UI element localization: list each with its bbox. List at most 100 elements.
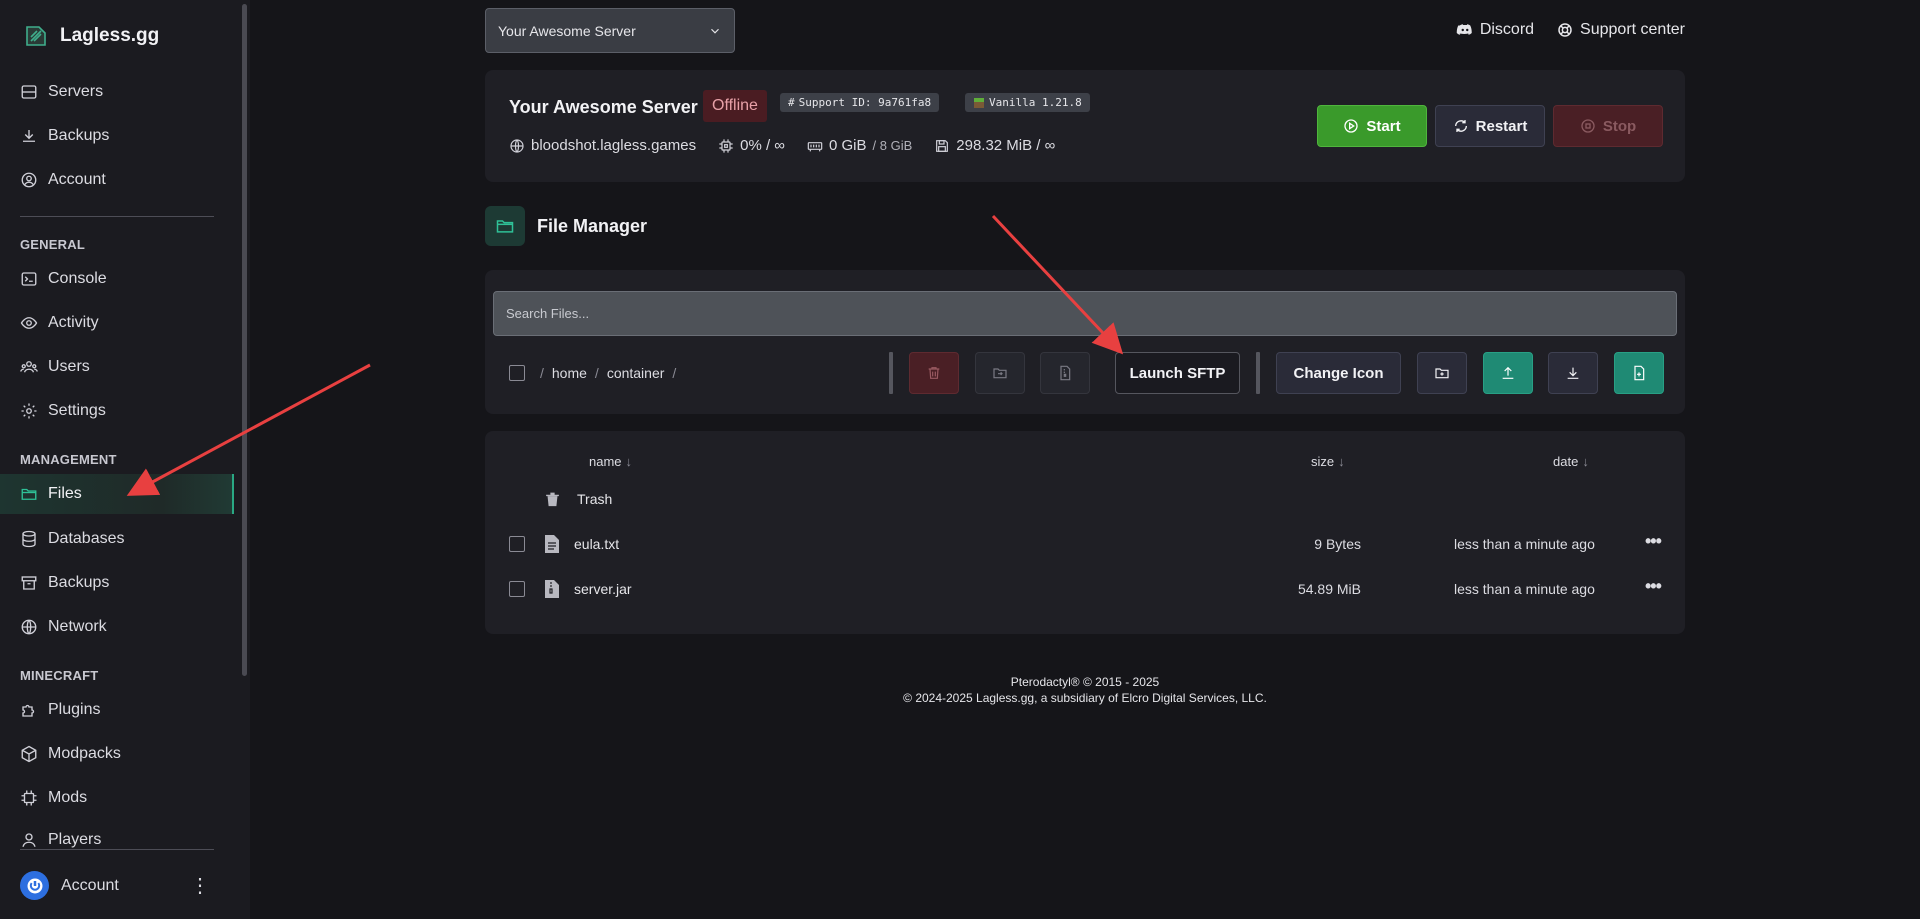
- breadcrumb-home[interactable]: home: [552, 365, 587, 381]
- archive-button[interactable]: [1040, 352, 1090, 394]
- change-icon-button[interactable]: Change Icon: [1276, 352, 1401, 394]
- sidebar-item-label: Backups: [48, 574, 110, 591]
- more-options-icon[interactable]: •••: [1645, 531, 1662, 552]
- support-center-link[interactable]: Support center: [1556, 21, 1685, 39]
- sidebar-item-files[interactable]: Files: [0, 474, 234, 514]
- restart-button[interactable]: Restart: [1435, 105, 1545, 147]
- memory-used-text: 0 GiB: [829, 137, 867, 154]
- file-size: 9 Bytes: [1314, 536, 1361, 552]
- status-badge: Offline: [703, 90, 767, 122]
- sidebar-item-label: Activity: [48, 314, 99, 331]
- server-select[interactable]: Your Awesome Server: [485, 8, 735, 53]
- stat-memory: 0 GiB / 8 GiB: [807, 137, 912, 154]
- brand[interactable]: Lagless.gg: [24, 24, 159, 48]
- sidebar-item-label: Network: [48, 618, 107, 635]
- sidebar-item-label: Mods: [48, 789, 88, 806]
- breadcrumb-container[interactable]: container: [607, 365, 665, 381]
- sort-arrow-icon: ↓: [625, 454, 633, 469]
- upload-icon: [1502, 366, 1514, 379]
- sidebar-item-users[interactable]: Users: [20, 356, 90, 378]
- support-id-badge[interactable]: # Support ID: 9a761fa8: [780, 93, 940, 112]
- column-label: size: [1311, 454, 1335, 469]
- section-label-management: MANAGEMENT: [20, 452, 117, 467]
- folder-move-icon: [993, 368, 1007, 379]
- sidebar-item-backups-2[interactable]: Backups: [20, 572, 109, 594]
- table-row[interactable]: eula.txt 9 Bytes less than a minute ago …: [485, 526, 1685, 562]
- launch-sftp-button[interactable]: Launch SFTP: [1115, 352, 1240, 394]
- new-file-button[interactable]: [1614, 352, 1664, 394]
- sidebar-item-label: Databases: [48, 530, 125, 547]
- top-links: Discord Support center: [1456, 21, 1685, 39]
- server-stats: bloodshot.lagless.games 0% / ∞ 0 GiB / 8…: [509, 137, 1055, 154]
- search-input[interactable]: [493, 291, 1677, 336]
- terminal-icon: [21, 272, 37, 286]
- stop-circle-icon: [1581, 119, 1595, 133]
- sidebar-item-label: Console: [48, 270, 107, 287]
- delete-button[interactable]: [909, 352, 959, 394]
- section-label-general: GENERAL: [20, 237, 85, 252]
- new-folder-button[interactable]: [1417, 352, 1467, 394]
- sidebar-item-network[interactable]: Network: [20, 616, 107, 638]
- stop-label: Stop: [1602, 117, 1637, 135]
- file-list: name ↓ size ↓ date ↓ Trash eula.txt 9 Bytes…: [485, 431, 1685, 634]
- avatar: [20, 871, 49, 900]
- chip-icon: [21, 790, 37, 806]
- account-menu[interactable]: Account ⋮: [20, 871, 210, 900]
- stop-button[interactable]: Stop: [1553, 105, 1663, 147]
- sidebar-item-settings[interactable]: Settings: [20, 400, 106, 422]
- sidebar-item-servers[interactable]: Servers: [20, 81, 103, 103]
- download-button[interactable]: [1548, 352, 1598, 394]
- trash-label: Trash: [577, 491, 613, 507]
- move-button[interactable]: [975, 352, 1025, 394]
- sidebar-item-players[interactable]: Players: [20, 831, 101, 849]
- footer-line-2: © 2024-2025 Lagless.gg, a subsidiary of …: [903, 691, 1267, 705]
- sidebar-item-account[interactable]: Account: [20, 169, 106, 191]
- version-badge: Vanilla 1.21.8: [965, 93, 1090, 112]
- section-label-minecraft: MINECRAFT: [20, 668, 99, 683]
- discord-link[interactable]: Discord: [1456, 21, 1534, 39]
- column-label: name: [589, 454, 622, 469]
- restart-label: Restart: [1475, 117, 1528, 135]
- toolbar-divider: [889, 352, 893, 394]
- sidebar-item-backups[interactable]: Backups: [20, 125, 109, 147]
- more-options-icon[interactable]: •••: [1645, 576, 1662, 597]
- disk-text: 298.32 MiB / ∞: [956, 137, 1056, 154]
- user-circle-icon: [21, 172, 37, 188]
- select-all-checkbox[interactable]: [509, 365, 525, 381]
- column-header-name[interactable]: name ↓: [589, 454, 632, 469]
- sidebar-scrollbar[interactable]: [242, 4, 247, 676]
- folder-icon: [496, 220, 514, 233]
- sidebar-item-label: Account: [48, 171, 106, 188]
- sidebar-item-label: Settings: [48, 402, 106, 419]
- row-checkbox[interactable]: [509, 581, 525, 597]
- sort-arrow-icon: ↓: [1338, 454, 1345, 469]
- toolbar-divider: [1256, 352, 1260, 394]
- column-header-size[interactable]: size ↓: [1311, 454, 1345, 469]
- sidebar-item-databases[interactable]: Databases: [20, 528, 125, 550]
- row-checkbox[interactable]: [509, 536, 525, 552]
- sidebar-item-activity[interactable]: Activity: [20, 312, 99, 334]
- package-icon: [21, 745, 37, 763]
- sidebar-item-console[interactable]: Console: [20, 268, 107, 290]
- sidebar-item-label: Plugins: [48, 701, 101, 718]
- sidebar-divider: [20, 849, 214, 850]
- table-row[interactable]: server.jar 54.89 MiB less than a minute …: [485, 571, 1685, 607]
- user-icon: [22, 833, 36, 847]
- sidebar-item-mods[interactable]: Mods: [20, 787, 87, 809]
- download-icon: [23, 130, 35, 142]
- sidebar-item-plugins[interactable]: Plugins: [20, 699, 100, 721]
- hash-icon: #: [788, 96, 795, 109]
- upload-button[interactable]: [1483, 352, 1533, 394]
- vertical-dots-icon[interactable]: ⋮: [190, 876, 210, 896]
- server-select-value: Your Awesome Server: [498, 22, 636, 39]
- trash-row[interactable]: Trash: [485, 481, 1685, 517]
- sidebar-item-label: Users: [48, 358, 90, 375]
- column-header-date[interactable]: date ↓: [1553, 454, 1589, 469]
- file-archive-icon: [1060, 365, 1071, 381]
- stat-disk: 298.32 MiB / ∞: [934, 137, 1055, 154]
- stat-address[interactable]: bloodshot.lagless.games: [509, 137, 696, 154]
- file-size: 54.89 MiB: [1297, 581, 1361, 597]
- sidebar-item-modpacks[interactable]: Modpacks: [20, 743, 121, 765]
- start-button[interactable]: Start: [1317, 105, 1427, 147]
- sort-arrow-icon: ↓: [1582, 454, 1589, 469]
